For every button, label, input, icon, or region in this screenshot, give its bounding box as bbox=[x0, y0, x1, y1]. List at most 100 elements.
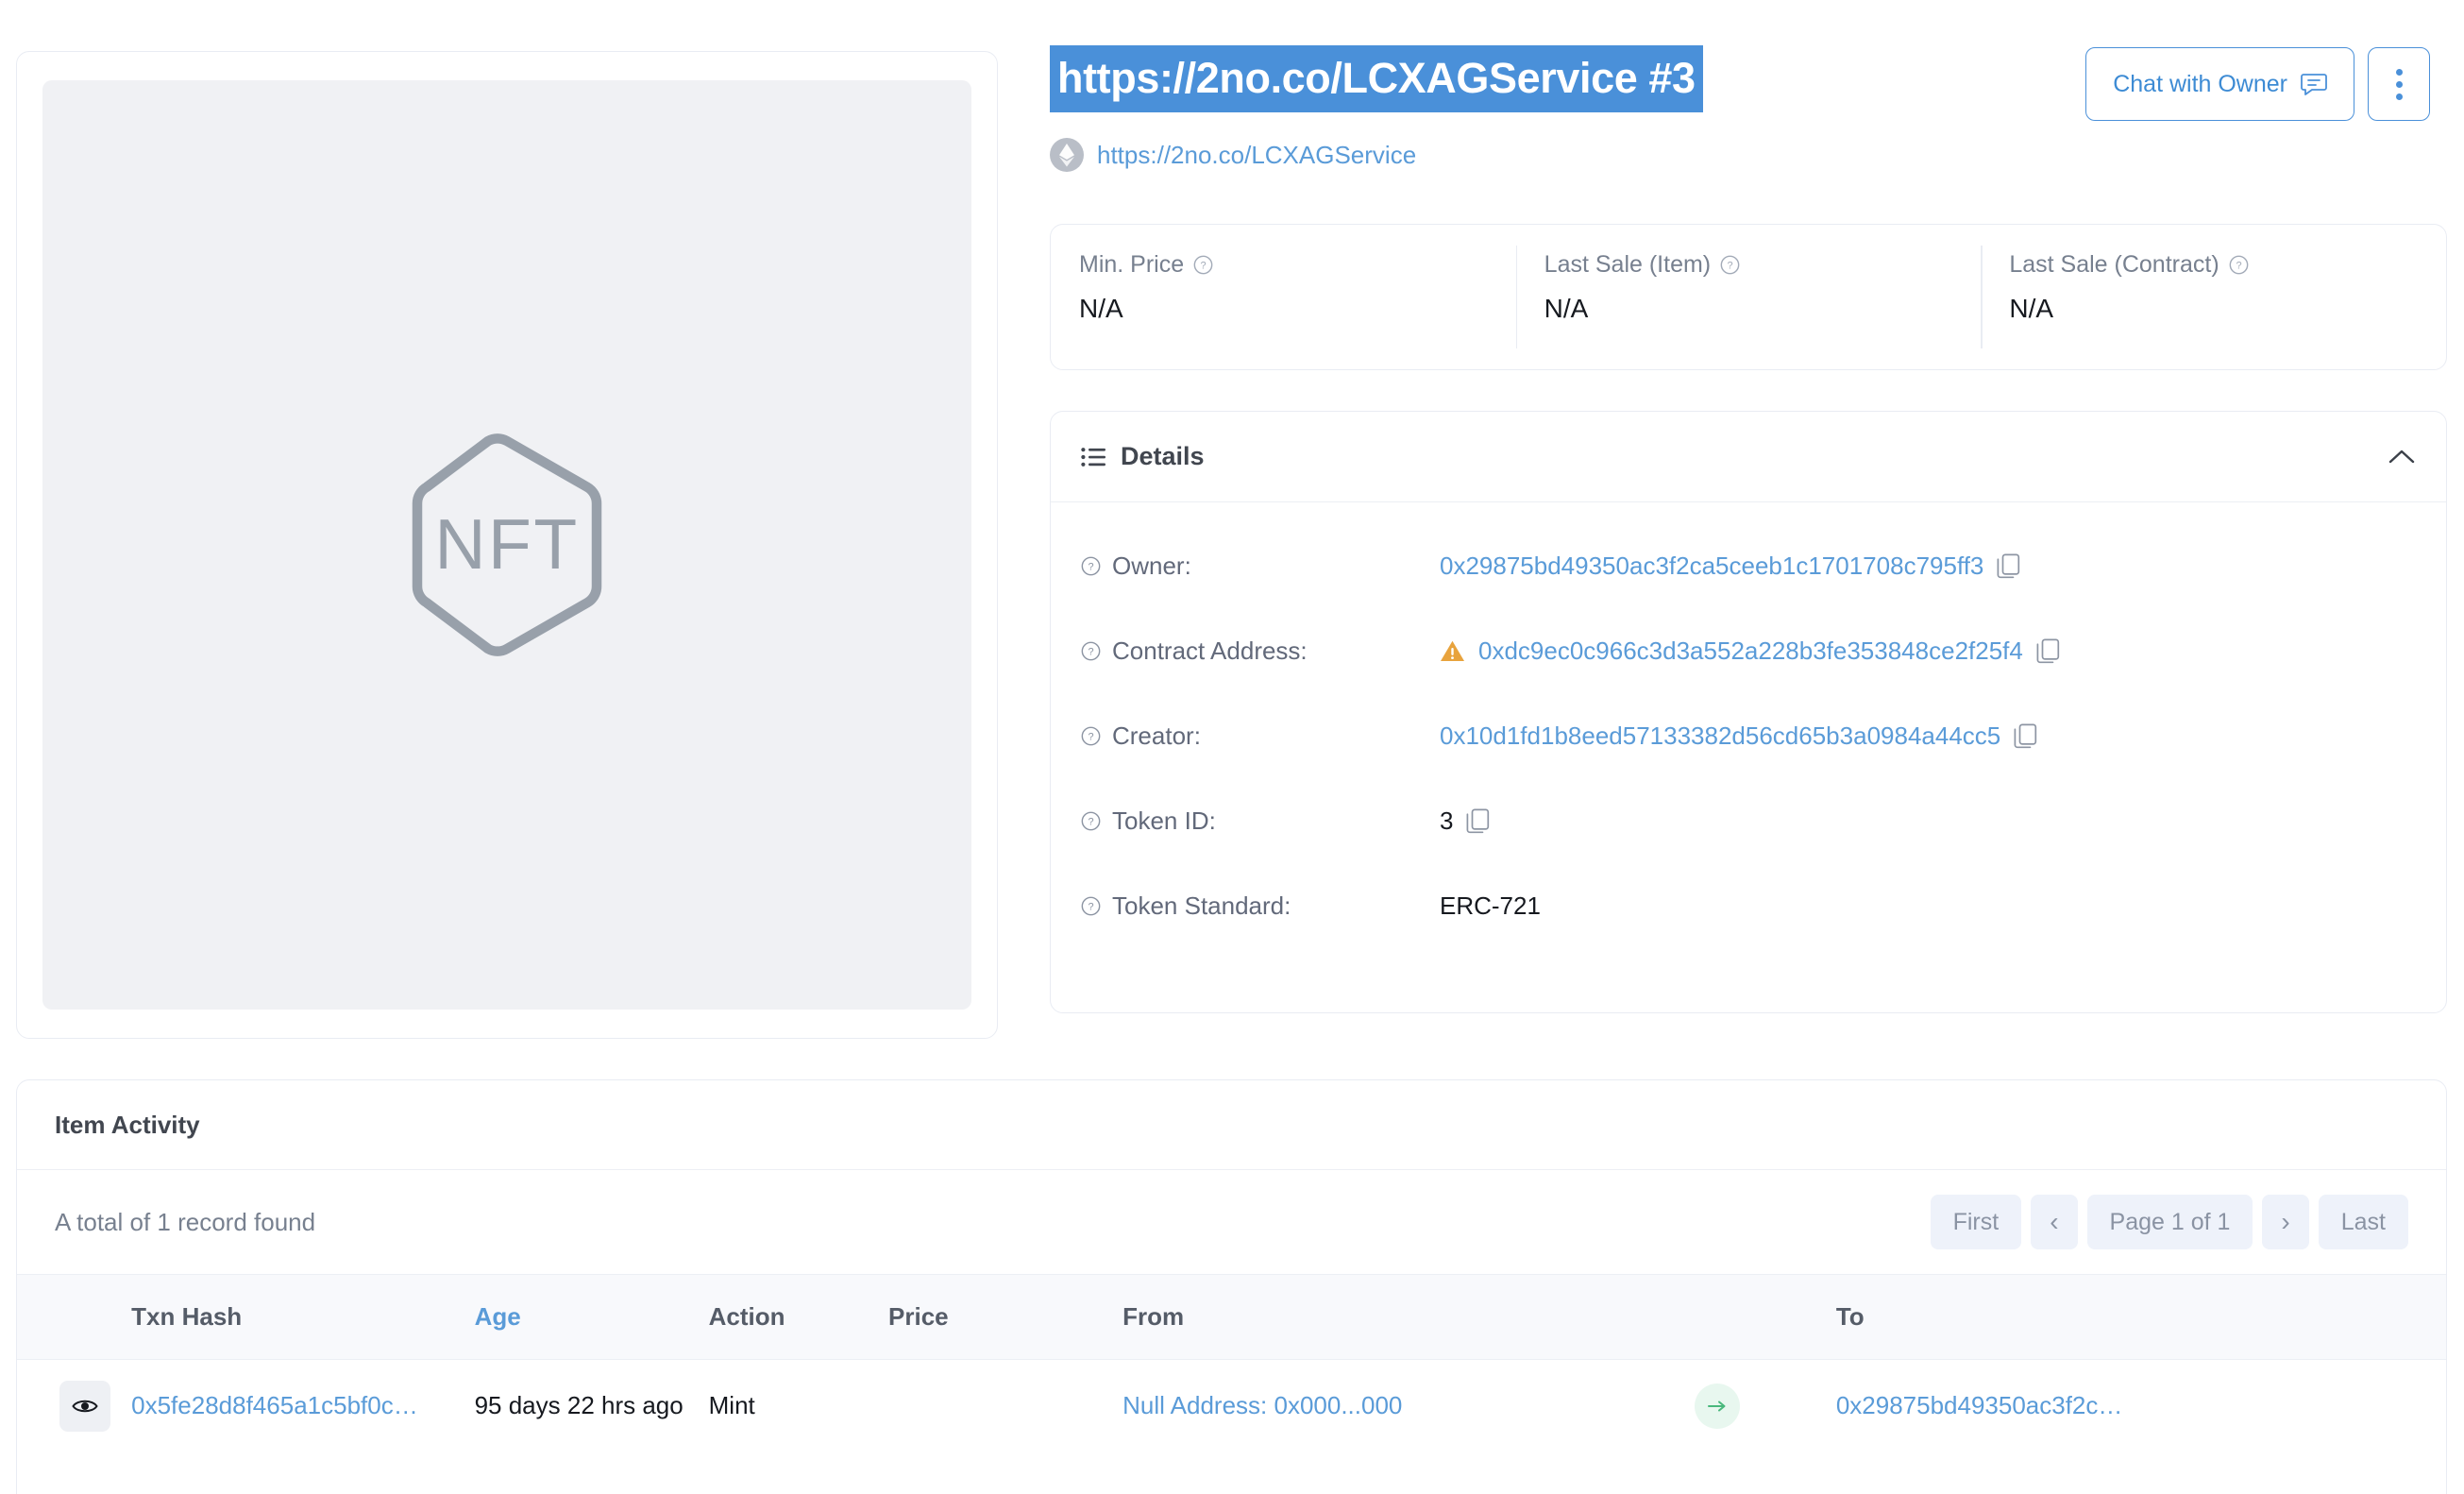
cell-txn-hash: 0x5fe28d8f465a1c5bf0c… bbox=[131, 1360, 474, 1452]
detail-label-token-standard-text: Token Standard: bbox=[1112, 891, 1291, 920]
detail-row-contract-address: ? Contract Address: 0xdc9ec0c966c3d3a552… bbox=[1081, 608, 2416, 693]
from-address-link[interactable]: Null Address: 0x000...000 bbox=[1122, 1391, 1402, 1419]
detail-row-token-id: ? Token ID: 3 bbox=[1081, 778, 2416, 863]
txn-hash-link[interactable]: 0x5fe28d8f465a1c5bf0c… bbox=[131, 1391, 418, 1419]
item-activity-card: Item Activity A total of 1 record found … bbox=[16, 1079, 2447, 1494]
question-circle-icon[interactable]: ? bbox=[1193, 255, 1213, 275]
details-card-header[interactable]: Details bbox=[1051, 412, 2446, 502]
details-title: Details bbox=[1121, 442, 1205, 470]
cell-view bbox=[17, 1360, 131, 1452]
detail-row-owner: ? Owner: 0x29875bd49350ac3f2ca5ceeb1c170… bbox=[1081, 523, 2416, 608]
eye-icon bbox=[72, 1400, 98, 1412]
question-circle-icon[interactable]: ? bbox=[1081, 556, 1101, 576]
table-row: 0x5fe28d8f465a1c5bf0c… 95 days 22 hrs ag… bbox=[17, 1360, 2446, 1452]
chat-bubble-icon bbox=[2301, 74, 2327, 95]
details-card: Details ? Owner: 0x29875bd49350ac3f2ca5c… bbox=[1050, 411, 2447, 1013]
question-circle-icon[interactable]: ? bbox=[1081, 811, 1101, 831]
nft-item-page: NFT https://2no.co/LCXAGService #3 Chat … bbox=[0, 0, 2464, 1494]
stat-last-sale-item-label-text: Last Sale (Item) bbox=[1544, 251, 1712, 278]
item-activity-table: Txn Hash Age Action Price From To 0x5fe2… bbox=[17, 1274, 2446, 1452]
column-header-from[interactable]: From bbox=[1122, 1274, 1695, 1360]
question-circle-icon[interactable]: ? bbox=[2229, 255, 2249, 275]
detail-row-creator: ? Creator: 0x10d1fd1b8eed57133382d56cd65… bbox=[1081, 693, 2416, 778]
column-header-to[interactable]: To bbox=[1835, 1274, 2446, 1360]
view-transaction-button[interactable] bbox=[59, 1380, 110, 1432]
stat-last-sale-contract-label: Last Sale (Contract) ? bbox=[2009, 251, 2446, 279]
cell-direction bbox=[1694, 1360, 1836, 1452]
collection-link[interactable]: https://2no.co/LCXAGService bbox=[1097, 141, 1416, 170]
nft-hexagon-icon: NFT bbox=[412, 433, 602, 656]
detail-value-token-standard: ERC-721 bbox=[1440, 891, 1541, 921]
pagination-first-button[interactable]: First bbox=[1930, 1195, 2022, 1249]
detail-row-token-standard: ? Token Standard: ERC-721 bbox=[1081, 863, 2416, 948]
pagination-prev-button[interactable]: ‹ bbox=[2031, 1195, 2078, 1249]
to-address-link[interactable]: 0x29875bd49350ac3f2c… bbox=[1836, 1391, 2123, 1419]
question-circle-icon[interactable]: ? bbox=[1720, 255, 1740, 275]
detail-label-token-id-text: Token ID: bbox=[1112, 806, 1216, 835]
copy-icon[interactable] bbox=[1466, 808, 1490, 834]
contract-address-link[interactable]: 0xdc9ec0c966c3d3a552a228b3fe353848ce2f25… bbox=[1478, 637, 2023, 666]
stat-last-sale-item: Last Sale (Item) ? N/A bbox=[1515, 225, 1982, 369]
svg-text:?: ? bbox=[1728, 261, 1733, 272]
svg-text:?: ? bbox=[1088, 561, 1093, 572]
detail-value-creator: 0x10d1fd1b8eed57133382d56cd65b3a0984a44c… bbox=[1440, 722, 2037, 751]
column-header-price[interactable]: Price bbox=[888, 1274, 1123, 1360]
detail-value-contract-address: 0xdc9ec0c966c3d3a552a228b3fe353848ce2f25… bbox=[1440, 637, 2060, 666]
stat-last-sale-item-value: N/A bbox=[1544, 294, 1589, 323]
list-icon bbox=[1081, 447, 1105, 467]
table-header-row: Txn Hash Age Action Price From To bbox=[17, 1274, 2446, 1360]
more-options-button[interactable] bbox=[2368, 47, 2430, 121]
cell-age: 95 days 22 hrs ago bbox=[474, 1391, 684, 1420]
nft-media-card: NFT bbox=[16, 51, 998, 1039]
stat-last-sale-item-label: Last Sale (Item) ? bbox=[1544, 251, 1982, 279]
nft-image-placeholder: NFT bbox=[42, 80, 971, 1010]
question-circle-icon[interactable]: ? bbox=[1081, 726, 1101, 746]
details-header-left: Details bbox=[1081, 442, 1205, 471]
column-header-age[interactable]: Age bbox=[474, 1274, 709, 1360]
column-header-txn-hash[interactable]: Txn Hash bbox=[131, 1274, 475, 1360]
stat-min-price-label-text: Min. Price bbox=[1079, 251, 1185, 278]
cell-from: Null Address: 0x000...000 bbox=[1122, 1360, 1695, 1452]
question-circle-icon[interactable]: ? bbox=[1081, 896, 1101, 916]
column-header-direction bbox=[1694, 1274, 1836, 1360]
stat-last-sale-contract-value: N/A bbox=[2009, 294, 2054, 323]
item-activity-header: Item Activity bbox=[17, 1080, 2446, 1170]
detail-value-token-id: 3 bbox=[1440, 806, 1490, 836]
owner-address-link[interactable]: 0x29875bd49350ac3f2ca5ceeb1c1701708c795f… bbox=[1440, 552, 1983, 581]
detail-label-owner: ? Owner: bbox=[1081, 552, 1440, 581]
detail-label-creator: ? Creator: bbox=[1081, 722, 1440, 751]
detail-value-owner: 0x29875bd49350ac3f2ca5ceeb1c1701708c795f… bbox=[1440, 552, 2020, 581]
table-body: 0x5fe28d8f465a1c5bf0c… 95 days 22 hrs ag… bbox=[17, 1360, 2446, 1452]
collection-subtitle: https://2no.co/LCXAGService bbox=[1050, 138, 1416, 172]
copy-icon[interactable] bbox=[1997, 553, 2020, 579]
cell-price bbox=[888, 1360, 1122, 1452]
item-activity-title: Item Activity bbox=[55, 1110, 200, 1139]
chevron-up-icon[interactable] bbox=[2388, 449, 2416, 466]
stat-min-price: Min. Price ? N/A bbox=[1051, 225, 1516, 369]
column-header-action[interactable]: Action bbox=[708, 1274, 889, 1360]
copy-icon[interactable] bbox=[2014, 723, 2037, 749]
cell-to: 0x29875bd49350ac3f2c… bbox=[1836, 1360, 2446, 1452]
stat-last-sale-contract: Last Sale (Contract) ? N/A bbox=[1981, 225, 2446, 369]
chat-with-owner-button[interactable]: Chat with Owner bbox=[2085, 47, 2354, 121]
column-header-view bbox=[17, 1274, 132, 1360]
detail-label-token-id: ? Token ID: bbox=[1081, 806, 1440, 836]
pagination-next-button[interactable]: › bbox=[2262, 1195, 2309, 1249]
pagination-page-label[interactable]: Page 1 of 1 bbox=[2086, 1195, 2253, 1249]
warning-triangle-icon[interactable] bbox=[1440, 639, 1465, 663]
svg-text:NFT: NFT bbox=[434, 504, 579, 584]
copy-icon[interactable] bbox=[2036, 638, 2060, 664]
token-standard-value: ERC-721 bbox=[1440, 891, 1541, 920]
ethereum-icon bbox=[1050, 138, 1084, 172]
svg-text:?: ? bbox=[1201, 261, 1207, 272]
price-stats-card: Min. Price ? N/A Last Sale (Item) ? N/A … bbox=[1050, 224, 2447, 370]
kebab-menu-icon bbox=[2395, 68, 2403, 100]
detail-label-contract-address-text: Contract Address: bbox=[1112, 636, 1308, 665]
creator-address-link[interactable]: 0x10d1fd1b8eed57133382d56cd65b3a0984a44c… bbox=[1440, 722, 2000, 751]
question-circle-icon[interactable]: ? bbox=[1081, 641, 1101, 661]
pagination-last-button[interactable]: Last bbox=[2318, 1195, 2408, 1249]
detail-label-owner-text: Owner: bbox=[1112, 551, 1191, 580]
svg-text:?: ? bbox=[1088, 731, 1093, 742]
token-id-value: 3 bbox=[1440, 806, 1454, 835]
stat-min-price-value: N/A bbox=[1079, 294, 1123, 323]
